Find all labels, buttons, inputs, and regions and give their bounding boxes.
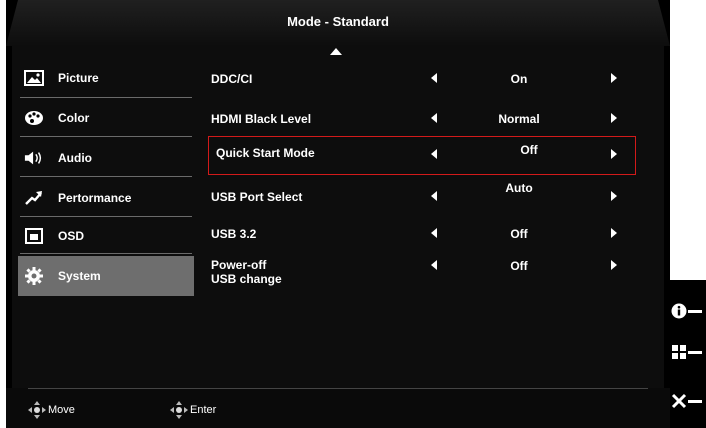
close-key[interactable] [670,386,706,416]
info-key[interactable] [670,296,706,326]
setting-value: Normal [498,112,540,126]
mode-title: Mode - Standard [287,14,389,29]
sidebar-item-label: Pertormance [58,191,132,205]
setting-row-hdmi-black-level[interactable]: HDMI Black Level Normal [211,104,635,134]
divider [20,176,192,177]
sidebar-item-label: Color [58,111,90,125]
sidebar-item-label: OSD [58,229,85,243]
sidebar-item-label: System [58,269,101,283]
sidebar-item-label: Audio [58,151,92,165]
left-arrow-icon[interactable] [431,228,437,238]
sidebar-item-audio[interactable]: Audio [18,138,194,178]
key-line [688,350,702,354]
setting-value: On [510,72,528,86]
key-line [688,399,702,403]
setting-row-power-off-usb-change[interactable]: Power-off USB change Off [211,256,635,290]
setting-label: Quick Start Mode [216,146,315,160]
right-arrow-icon[interactable] [611,149,617,159]
move-hint: Move [28,401,75,419]
setting-value: Off [510,259,528,273]
sidebar-item-color[interactable]: Color [18,98,194,138]
menu-key[interactable] [670,337,706,367]
title-bar: Mode - Standard [6,0,670,46]
setting-label-line2: USB change [211,272,282,286]
setting-row-ddcci[interactable]: DDC/CI On [211,64,635,94]
setting-value: Off [520,143,538,157]
info-icon [670,303,688,319]
osd-menu: Mode - Standard Picture Color Audio Pert… [6,0,670,428]
gear-icon [24,266,44,286]
move-label: Move [48,404,75,416]
performance-arrow-icon [24,188,44,208]
enter-hint: Enter [170,401,216,419]
footer-hints: Move Enter [6,388,670,428]
menu-panel: Picture Color Audio Pertormance OSD Syst… [12,46,664,388]
divider [20,136,192,137]
setting-row-usb-3-2[interactable]: USB 3.2 Off [211,219,635,249]
left-arrow-icon[interactable] [431,191,437,201]
setting-label: USB 3.2 [211,227,257,241]
close-icon [670,393,688,409]
left-arrow-icon[interactable] [431,260,437,270]
divider [20,253,192,254]
picture-icon [24,68,44,88]
right-arrow-icon[interactable] [611,191,617,201]
setting-label: Power-off USB change [211,258,282,286]
setting-value: Off [510,227,528,241]
divider [28,388,648,389]
sidebar-item-picture[interactable]: Picture [18,58,194,98]
right-arrow-icon[interactable] [611,73,617,83]
left-arrow-icon[interactable] [431,149,437,159]
sidebar-item-performance[interactable]: Pertormance [18,178,194,218]
right-arrow-icon[interactable] [611,113,617,123]
enter-label: Enter [190,404,217,416]
setting-row-usb-port-select[interactable]: USB Port Select Auto [211,181,635,212]
left-arrow-icon[interactable] [431,113,437,123]
setting-label: DDC/CI [211,72,253,86]
speaker-icon [24,148,44,168]
sidebar-item-osd[interactable]: OSD [18,216,194,256]
left-arrow-icon[interactable] [431,73,437,83]
key-line [688,309,702,313]
setting-label: USB Port Select [211,190,303,204]
right-arrow-icon[interactable] [611,228,617,238]
dpad-icon [170,401,188,419]
setting-label: HDMI Black Level [211,112,312,126]
scroll-up-icon [330,48,342,55]
setting-value: Auto [505,181,533,195]
setting-row-quick-start-mode[interactable]: Quick Start Mode Off [208,136,636,175]
side-keys [670,280,706,428]
menu-grid-icon [670,344,688,360]
setting-label-line1: Power-off [211,258,267,272]
right-arrow-icon[interactable] [611,260,617,270]
palette-icon [24,108,44,128]
sidebar-item-system[interactable]: System [18,256,194,296]
sidebar-item-label: Picture [58,71,99,85]
dpad-icon [28,401,46,419]
osd-window-icon [24,226,44,246]
